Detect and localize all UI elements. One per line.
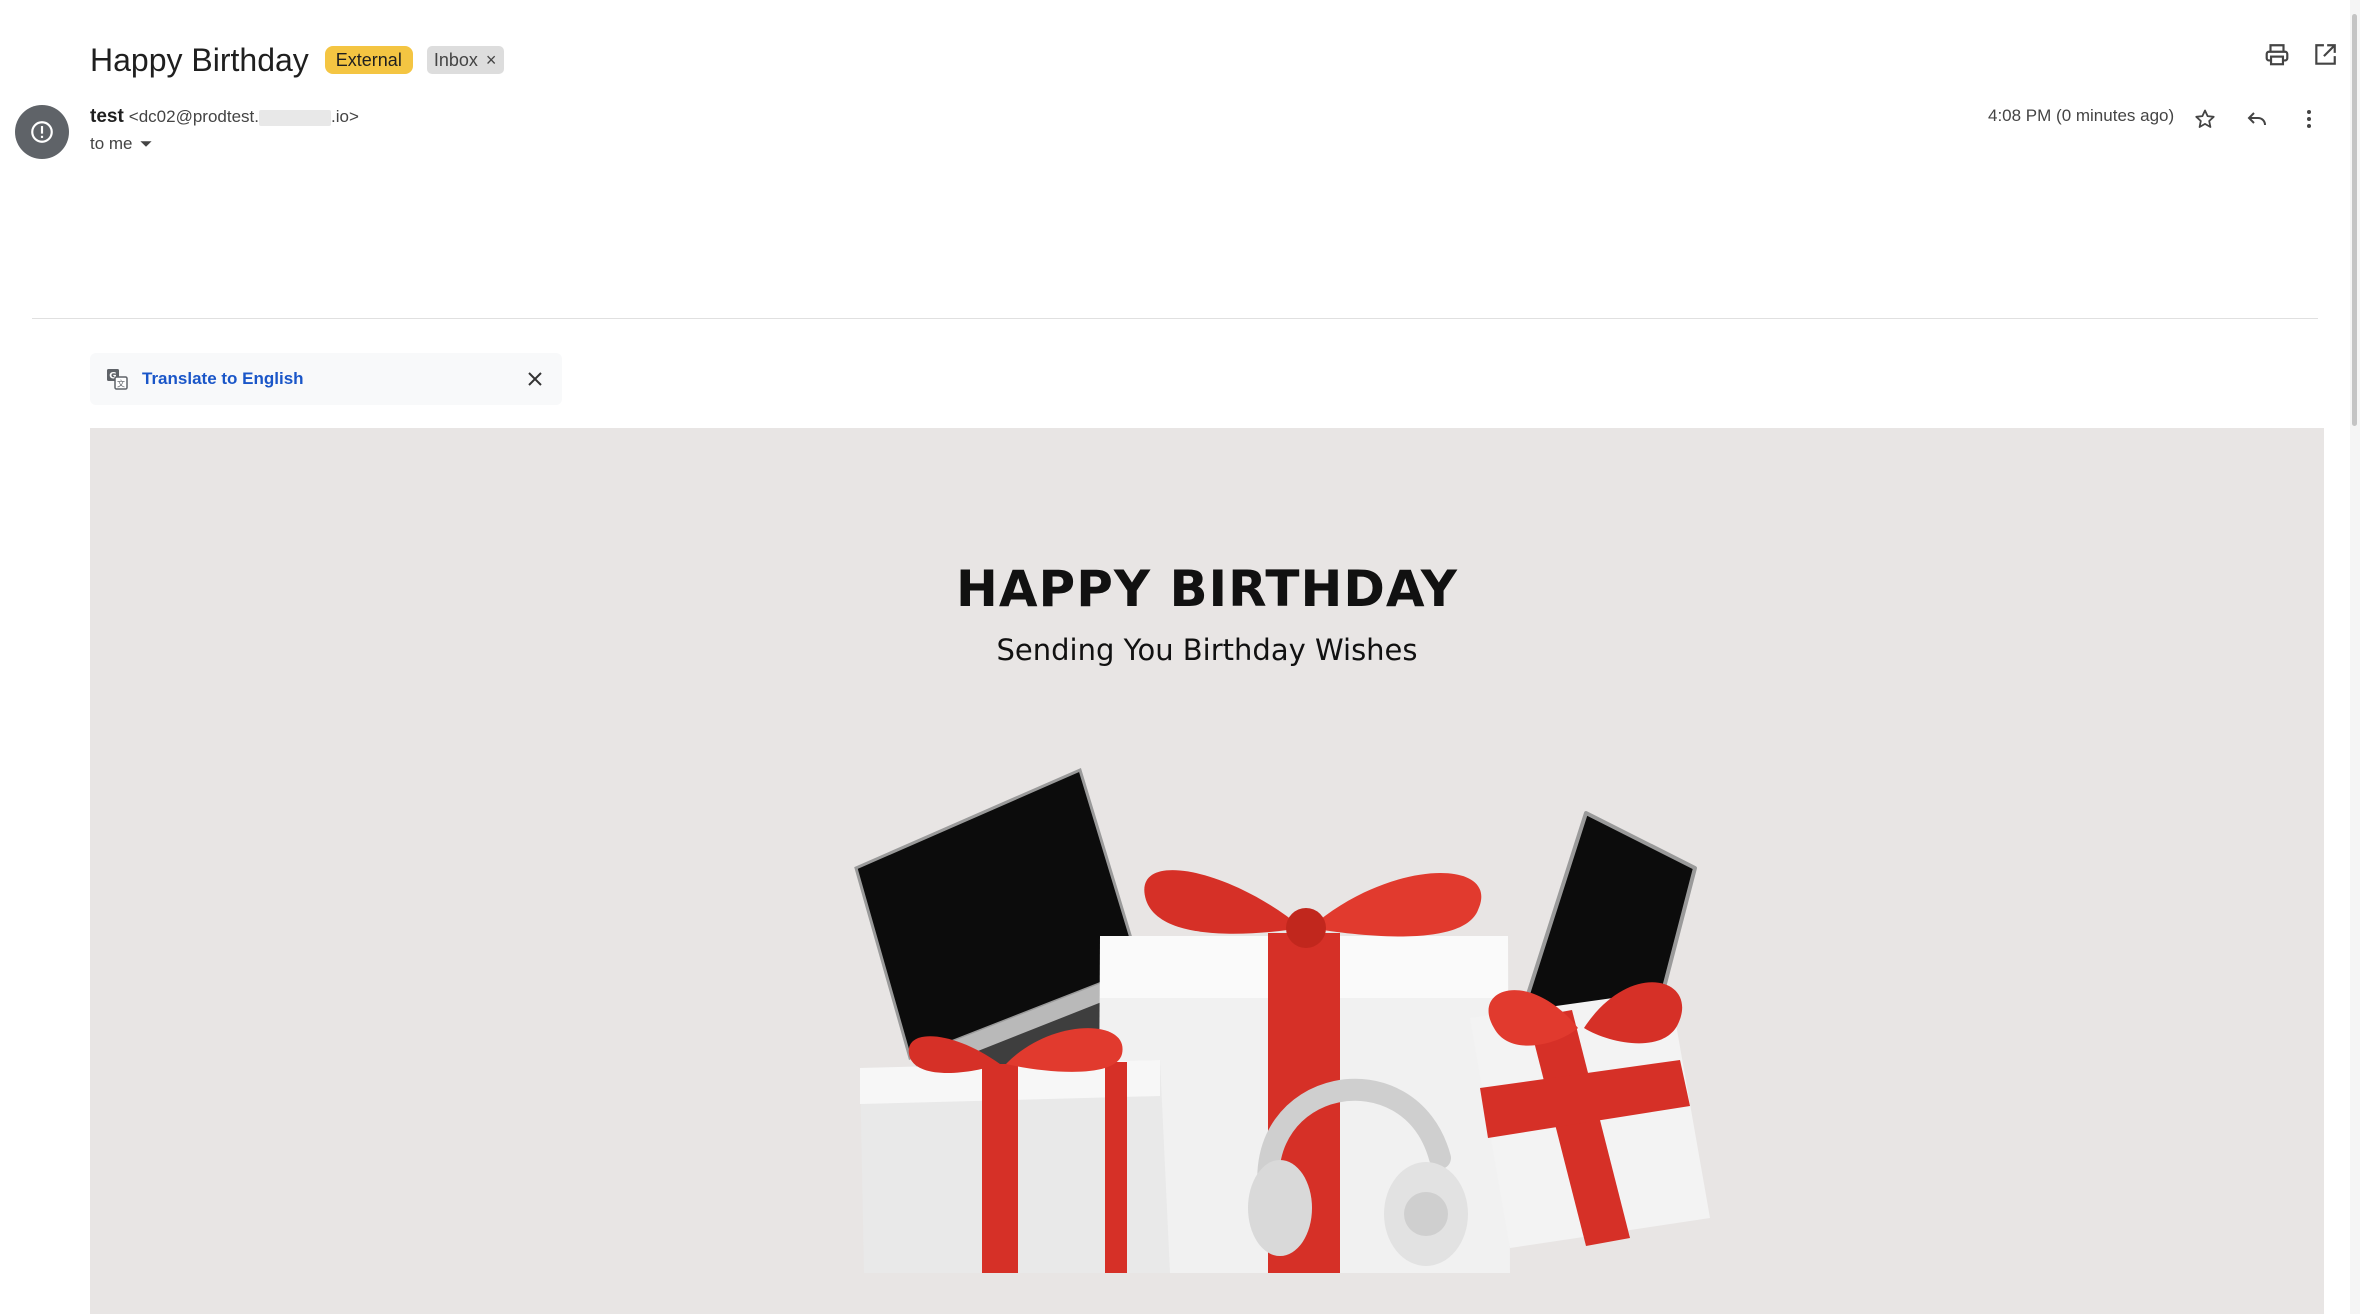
- redacted-block: [259, 109, 331, 126]
- caret-down-icon: [139, 141, 152, 147]
- translate-link[interactable]: Translate to English: [142, 369, 304, 389]
- sender-email: <dc02@prodtest. .io>: [129, 107, 359, 127]
- print-button[interactable]: [2262, 40, 2292, 70]
- thread-toolbar: [2262, 40, 2340, 70]
- translate-bar: G 文 Translate to English: [90, 353, 562, 405]
- page-scrollbar[interactable]: [2350, 0, 2360, 1314]
- subject-title: Happy Birthday: [90, 41, 309, 78]
- birthday-headline: HAPPY BIRTHDAY: [956, 560, 1458, 618]
- translate-close-button[interactable]: [522, 366, 548, 392]
- more-options-button[interactable]: [2294, 104, 2324, 134]
- small-gift-box-right: [1470, 982, 1710, 1248]
- small-gift-box-left: [860, 1028, 1170, 1273]
- sender-avatar[interactable]: [15, 105, 69, 159]
- message-timestamp: 4:08 PM (0 minutes ago): [1988, 106, 2175, 125]
- reply-icon: [2247, 112, 2266, 126]
- birthday-subline: Sending You Birthday Wishes: [996, 633, 1418, 667]
- inbox-label-chip[interactable]: Inbox ×: [426, 46, 505, 74]
- subject-header: Happy Birthday External Inbox ×: [90, 38, 505, 82]
- sender-line: test <dc02@prodtest. .io>: [90, 106, 359, 128]
- header-divider: [32, 318, 2318, 319]
- inbox-label-text: Inbox: [433, 50, 478, 70]
- sender-email-suffix: .io>: [331, 107, 359, 126]
- open-in-new-window-button[interactable]: [2310, 40, 2340, 70]
- translate-icon: G 文: [104, 366, 130, 392]
- warning-icon: [31, 121, 53, 143]
- close-icon: [528, 372, 542, 386]
- open-in-new-window-icon: [2315, 44, 2336, 65]
- sender-email-prefix: <dc02@prodtest.: [128, 107, 259, 126]
- email-body: HAPPY BIRTHDAY Sending You Birthday Wish…: [90, 428, 2324, 1314]
- star-button[interactable]: [2190, 104, 2220, 134]
- gifts-image: [854, 767, 1710, 1273]
- external-badge: External: [324, 46, 413, 74]
- recipient-details-toggle[interactable]: to me: [90, 134, 153, 154]
- reply-button[interactable]: [2242, 104, 2272, 134]
- scrollbar-thumb[interactable]: [2352, 14, 2357, 426]
- star-icon: [2195, 109, 2215, 128]
- message-actions: [2190, 104, 2324, 134]
- svg-text:文: 文: [117, 379, 125, 389]
- recipient-label: to me: [90, 134, 133, 153]
- print-icon: [2265, 44, 2289, 66]
- remove-label-button[interactable]: ×: [486, 50, 497, 70]
- more-vert-icon: [2307, 110, 2311, 128]
- sender-name[interactable]: test: [90, 106, 124, 128]
